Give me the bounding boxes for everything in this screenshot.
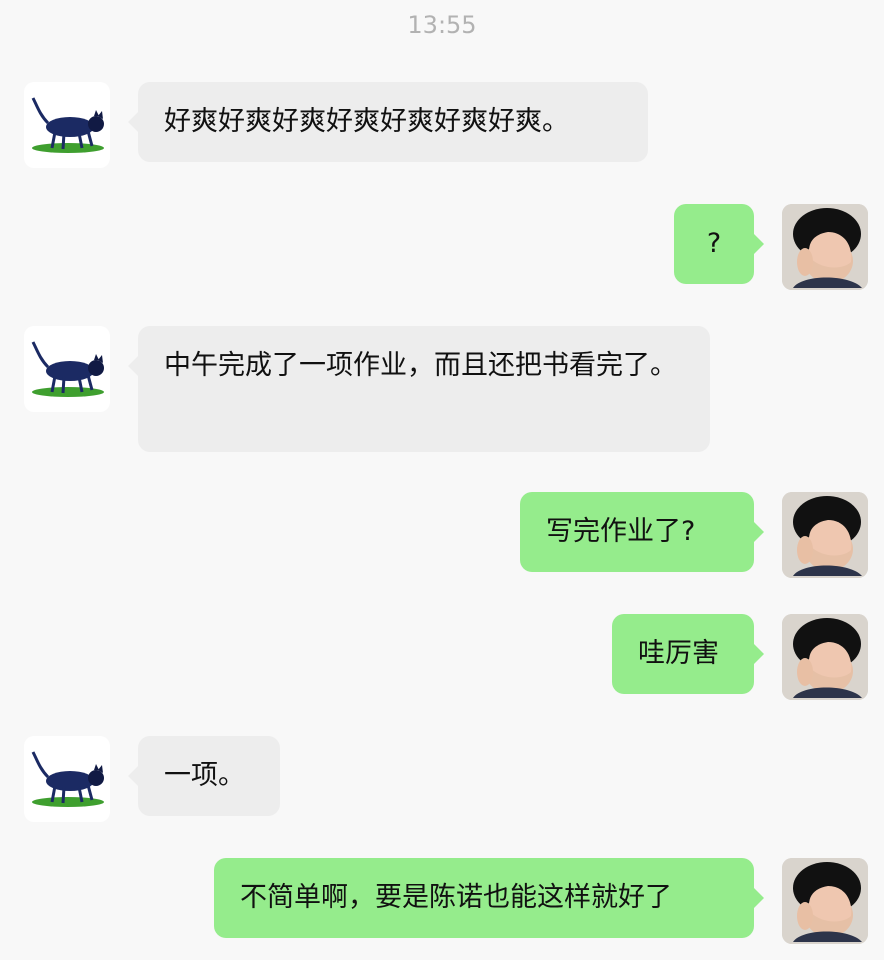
- message-row-outgoing: 不简单啊，要是陈诺也能这样就好了: [0, 858, 884, 944]
- child-covering-face-photo: [782, 858, 868, 944]
- black-cat-icon: [31, 97, 104, 153]
- contact-avatar[interactable]: [24, 326, 110, 412]
- message-row-outgoing: 哇厉害: [0, 614, 884, 700]
- message-row-incoming: 好爽好爽好爽好爽好爽好爽好爽。: [0, 82, 884, 168]
- child-covering-face-photo: [782, 614, 868, 700]
- message-row-incoming: 中午完成了一项作业，而且还把书看完了。: [0, 326, 884, 452]
- black-cat-icon: [31, 751, 104, 807]
- message-bubble-incoming[interactable]: 好爽好爽好爽好爽好爽好爽好爽。: [128, 82, 648, 162]
- message-bubble-outgoing[interactable]: 不简单啊，要是陈诺也能这样就好了: [214, 858, 764, 938]
- user-avatar[interactable]: [782, 204, 868, 290]
- message-row-outgoing: 写完作业了?: [0, 492, 884, 578]
- child-covering-face-photo: [782, 492, 868, 578]
- user-avatar[interactable]: [782, 858, 868, 944]
- message-bubble-outgoing[interactable]: 写完作业了?: [520, 492, 764, 572]
- message-bubble-outgoing[interactable]: ?: [674, 204, 764, 284]
- message-row-outgoing: ?: [0, 204, 884, 290]
- user-avatar[interactable]: [782, 492, 868, 578]
- contact-avatar[interactable]: [24, 736, 110, 822]
- message-bubble-incoming[interactable]: 一项。: [128, 736, 280, 816]
- message-bubble-outgoing[interactable]: 哇厉害: [612, 614, 764, 694]
- child-covering-face-photo: [782, 204, 868, 290]
- message-bubble-incoming[interactable]: 中午完成了一项作业，而且还把书看完了。: [128, 326, 710, 452]
- black-cat-icon: [31, 341, 104, 397]
- message-timestamp: 13:55: [407, 11, 477, 39]
- message-row-incoming: 一项。: [0, 736, 884, 822]
- user-avatar[interactable]: [782, 614, 868, 700]
- contact-avatar[interactable]: [24, 82, 110, 168]
